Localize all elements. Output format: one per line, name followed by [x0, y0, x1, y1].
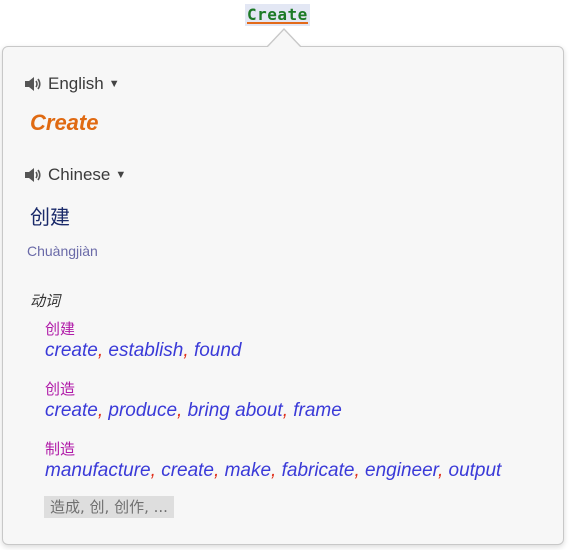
translation-word: manufacture	[45, 460, 151, 481]
selected-word: Create	[245, 4, 310, 26]
separator: ,	[150, 460, 162, 481]
separator: ,	[214, 460, 225, 481]
target-language-label: Chinese	[48, 165, 111, 184]
translation-word: create	[45, 340, 98, 361]
caret-down-icon: ▼	[115, 169, 127, 181]
translation-word: output	[448, 460, 502, 481]
dictionary-term: 创建	[45, 320, 76, 338]
dictionary-term: 创造	[45, 380, 76, 398]
separator: ,	[437, 460, 449, 481]
dictionary-translations: create, produce, bring about, frame	[45, 400, 342, 422]
translation-word: found	[193, 340, 242, 361]
translation-word: produce	[108, 400, 178, 421]
dictionary-translations: manufacture, create, make, fabricate, en…	[45, 460, 501, 482]
popup-pointer	[267, 30, 301, 48]
separator: ,	[177, 400, 188, 421]
separator: ,	[271, 460, 282, 481]
target-language-selector[interactable]: Chinese ▼	[24, 164, 126, 186]
source-language-selector[interactable]: English ▼	[24, 73, 120, 95]
dictionary-translations: create, establish, found	[45, 340, 241, 362]
separator: ,	[97, 400, 109, 421]
separator: ,	[183, 340, 194, 361]
caret-down-icon: ▼	[108, 78, 120, 90]
part-of-speech: 动词	[30, 292, 61, 310]
speaker-icon[interactable]	[24, 167, 42, 183]
more-translations-button[interactable]: 造成, 创, 创作, ...	[44, 496, 174, 518]
translation-word: establish	[108, 340, 184, 361]
translation-word: frame	[293, 400, 342, 421]
source-language-label: English	[48, 74, 104, 93]
speaker-icon[interactable]	[24, 76, 42, 92]
separator: ,	[97, 340, 109, 361]
source-word: Create	[30, 110, 99, 135]
separator: ,	[282, 400, 294, 421]
translation-word: bring about	[187, 400, 283, 421]
separator: ,	[354, 460, 366, 481]
translation-word: create	[45, 400, 98, 421]
dictionary-term: 制造	[45, 440, 76, 458]
target-word: 创建	[30, 205, 70, 229]
translation-word: fabricate	[281, 460, 355, 481]
translation-word: make	[224, 460, 272, 481]
pinyin: Chuàngjiàn	[27, 243, 98, 259]
selection-underline	[247, 22, 308, 24]
translation-word: engineer	[365, 460, 438, 481]
translation-word: create	[161, 460, 214, 481]
